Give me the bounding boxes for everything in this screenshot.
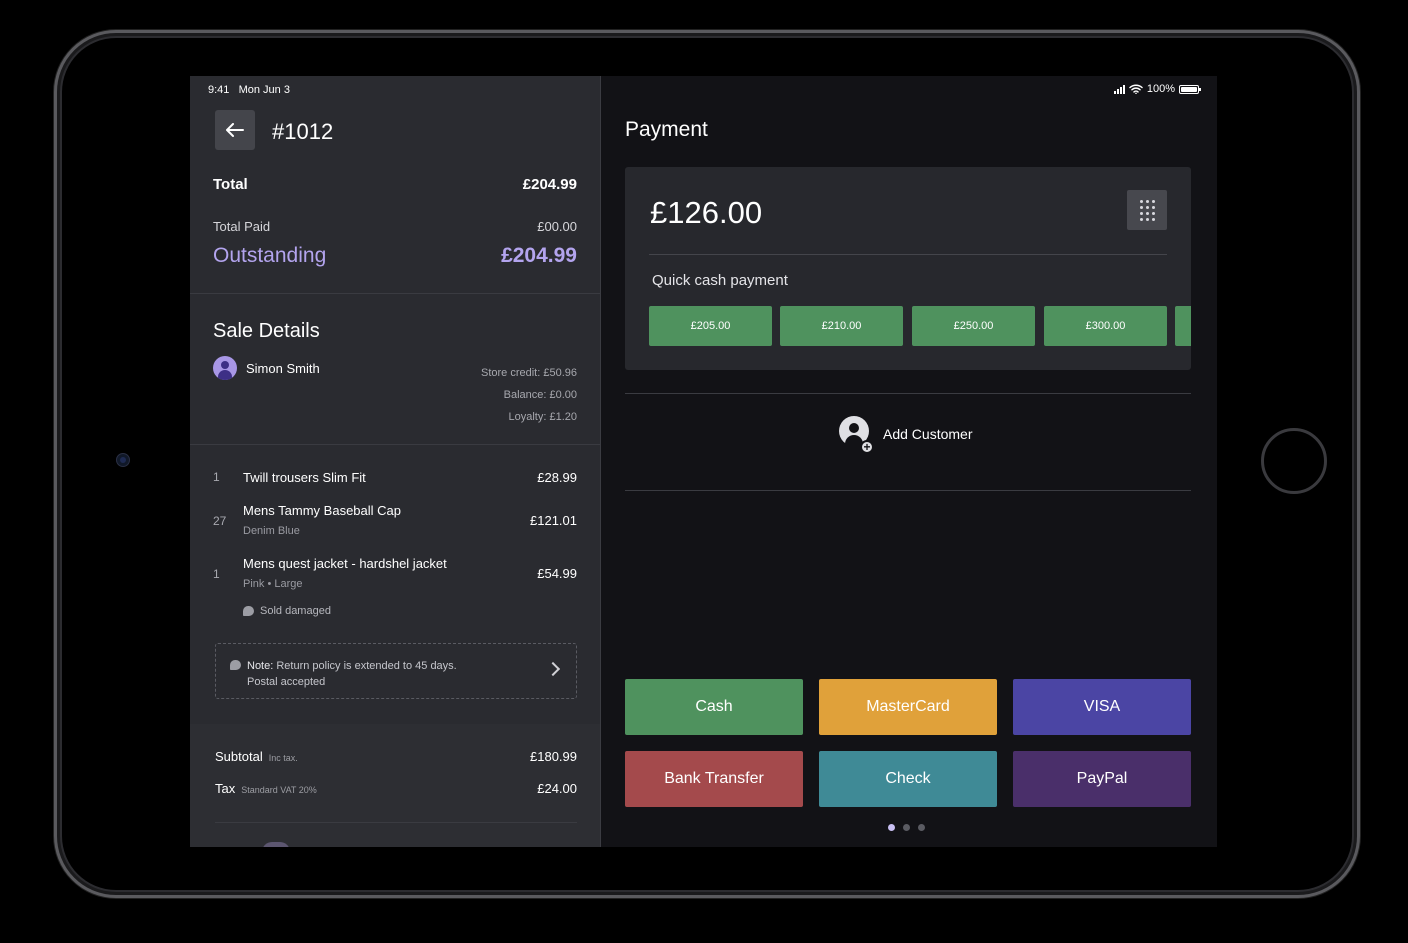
- payment-title: Payment: [625, 118, 708, 141]
- paid-row: Total Paid £00.00: [213, 219, 577, 234]
- status-indicators: 100%: [1113, 83, 1201, 95]
- item-name: Mens Tammy Baseball Cap: [243, 503, 401, 518]
- subtotal-label: Subtotal: [215, 749, 263, 764]
- customer[interactable]: Simon Smith: [213, 356, 320, 380]
- subtotal-row: Subtotal Inc tax. £180.99: [215, 749, 577, 764]
- quick-cash-button[interactable]: £210.00: [780, 306, 903, 346]
- page-dot[interactable]: [903, 824, 910, 831]
- pay-bank-transfer-button[interactable]: Bank Transfer: [625, 751, 803, 807]
- tax-value: £24.00: [537, 781, 577, 796]
- item-price: £28.99: [537, 470, 577, 485]
- add-customer-button[interactable]: + Add Customer: [837, 416, 973, 454]
- item-variant: Pink • Large: [243, 578, 303, 590]
- summary-panel: Subtotal Inc tax. £180.99 Tax Standard VAT…: [190, 724, 600, 847]
- tax-label: Tax: [215, 781, 236, 796]
- pay-mastercard-button[interactable]: MasterCard: [819, 679, 997, 735]
- customer-name: Simon Smith: [246, 360, 320, 376]
- item-variant: Denim Blue: [243, 525, 300, 537]
- item-tag: Sold damaged: [243, 605, 331, 617]
- tax-row: Tax Standard VAT 20% £24.00: [215, 781, 577, 796]
- add-user-icon: +: [837, 416, 874, 454]
- divider: [215, 822, 577, 823]
- page-dot[interactable]: [918, 824, 925, 831]
- outstanding-row: Outstanding £204.99: [213, 244, 577, 268]
- wifi-icon: [1129, 84, 1143, 94]
- outstanding-label: Outstanding: [213, 244, 327, 267]
- signal-icon: [1113, 84, 1125, 94]
- subtotal-note: Inc tax.: [268, 753, 298, 763]
- page-indicator[interactable]: [888, 824, 925, 831]
- chevron-right-icon: [545, 661, 561, 677]
- quick-cash-button[interactable]: £205.00: [649, 306, 772, 346]
- pay-visa-button[interactable]: VISA: [1013, 679, 1191, 735]
- item-tag-text: Sold damaged: [260, 605, 331, 617]
- arrow-left-icon: [226, 123, 244, 137]
- store-credit: Store credit: £50.96: [480, 367, 577, 379]
- page-dot[interactable]: [888, 824, 895, 831]
- loyalty: Loyalty: £1.20: [508, 411, 578, 423]
- quick-cash-button[interactable]: £250.00: [912, 306, 1035, 346]
- pay-paypal-button[interactable]: PayPal: [1013, 751, 1191, 807]
- quick-cash-button-partial[interactable]: [1175, 306, 1191, 346]
- item-qty: 1: [213, 470, 220, 484]
- balance: Balance: £0.00: [503, 389, 577, 401]
- line-item[interactable]: 27 Mens Tammy Baseball Cap Denim Blue £1…: [213, 503, 577, 543]
- add-customer-label: Add Customer: [883, 426, 973, 442]
- note-text: Note: Return policy is extended to 45 da…: [247, 660, 457, 688]
- total-label: Total: [213, 176, 248, 193]
- outstanding-value: £204.99: [501, 244, 577, 267]
- order-note[interactable]: Note: Return policy is extended to 45 da…: [215, 643, 577, 699]
- pay-cash-button[interactable]: Cash: [625, 679, 803, 735]
- quick-cash-label: Quick cash payment: [652, 272, 788, 289]
- pay-check-button[interactable]: Check: [819, 751, 997, 807]
- home-button[interactable]: [1261, 428, 1327, 494]
- divider: [625, 393, 1191, 394]
- total-row: Total £204.99: [213, 176, 577, 193]
- item-price: £121.01: [530, 513, 577, 528]
- back-button[interactable]: [215, 110, 255, 150]
- item-qty: 27: [213, 514, 227, 528]
- item-name: Mens quest jacket - hardshel jacket: [243, 556, 447, 571]
- camera: [116, 453, 130, 467]
- subtotal-value: £180.99: [530, 749, 577, 764]
- item-name: Twill trousers Slim Fit: [243, 470, 366, 485]
- comment-icon: [230, 660, 241, 670]
- battery-icon: [1179, 84, 1201, 94]
- avatar: [213, 356, 237, 380]
- divider: [649, 254, 1167, 255]
- divider: [190, 293, 600, 294]
- line-item[interactable]: 1 Mens quest jacket - hardshel jacket Pi…: [213, 556, 577, 596]
- divider: [625, 490, 1191, 491]
- status-time: 9:41 Mon Jun 3: [208, 84, 290, 96]
- total-value: £204.99: [522, 176, 577, 193]
- note-label: Note:: [247, 660, 274, 672]
- comment-icon: [243, 606, 254, 616]
- divider: [190, 444, 600, 445]
- order-panel: 9:41 Mon Jun 3 #1012 Total £204.99 Total…: [190, 76, 601, 847]
- partial-avatar: [262, 842, 290, 847]
- tax-note: Standard VAT 20%: [241, 785, 317, 795]
- amount-card: £126.00 Quick cash payment £205.00 £210.…: [625, 167, 1191, 370]
- sale-details-title: Sale Details: [213, 320, 320, 342]
- item-qty: 1: [213, 567, 220, 581]
- item-price: £54.99: [537, 566, 577, 581]
- payment-amount[interactable]: £126.00: [650, 195, 762, 231]
- order-number: #1012: [272, 119, 334, 144]
- payment-panel: 100% Payment £126.00 Quick cash payment …: [601, 76, 1217, 847]
- quick-cash-button[interactable]: £300.00: [1044, 306, 1167, 346]
- screen: 9:41 Mon Jun 3 #1012 Total £204.99 Total…: [190, 76, 1217, 847]
- paid-label: Total Paid: [213, 219, 271, 234]
- battery-percent: 100%: [1146, 83, 1175, 95]
- keypad-icon[interactable]: [1127, 190, 1167, 230]
- paid-value: £00.00: [537, 219, 577, 234]
- customer-credit: Store credit: £50.96 Balance: £0.00 Loya…: [481, 362, 577, 428]
